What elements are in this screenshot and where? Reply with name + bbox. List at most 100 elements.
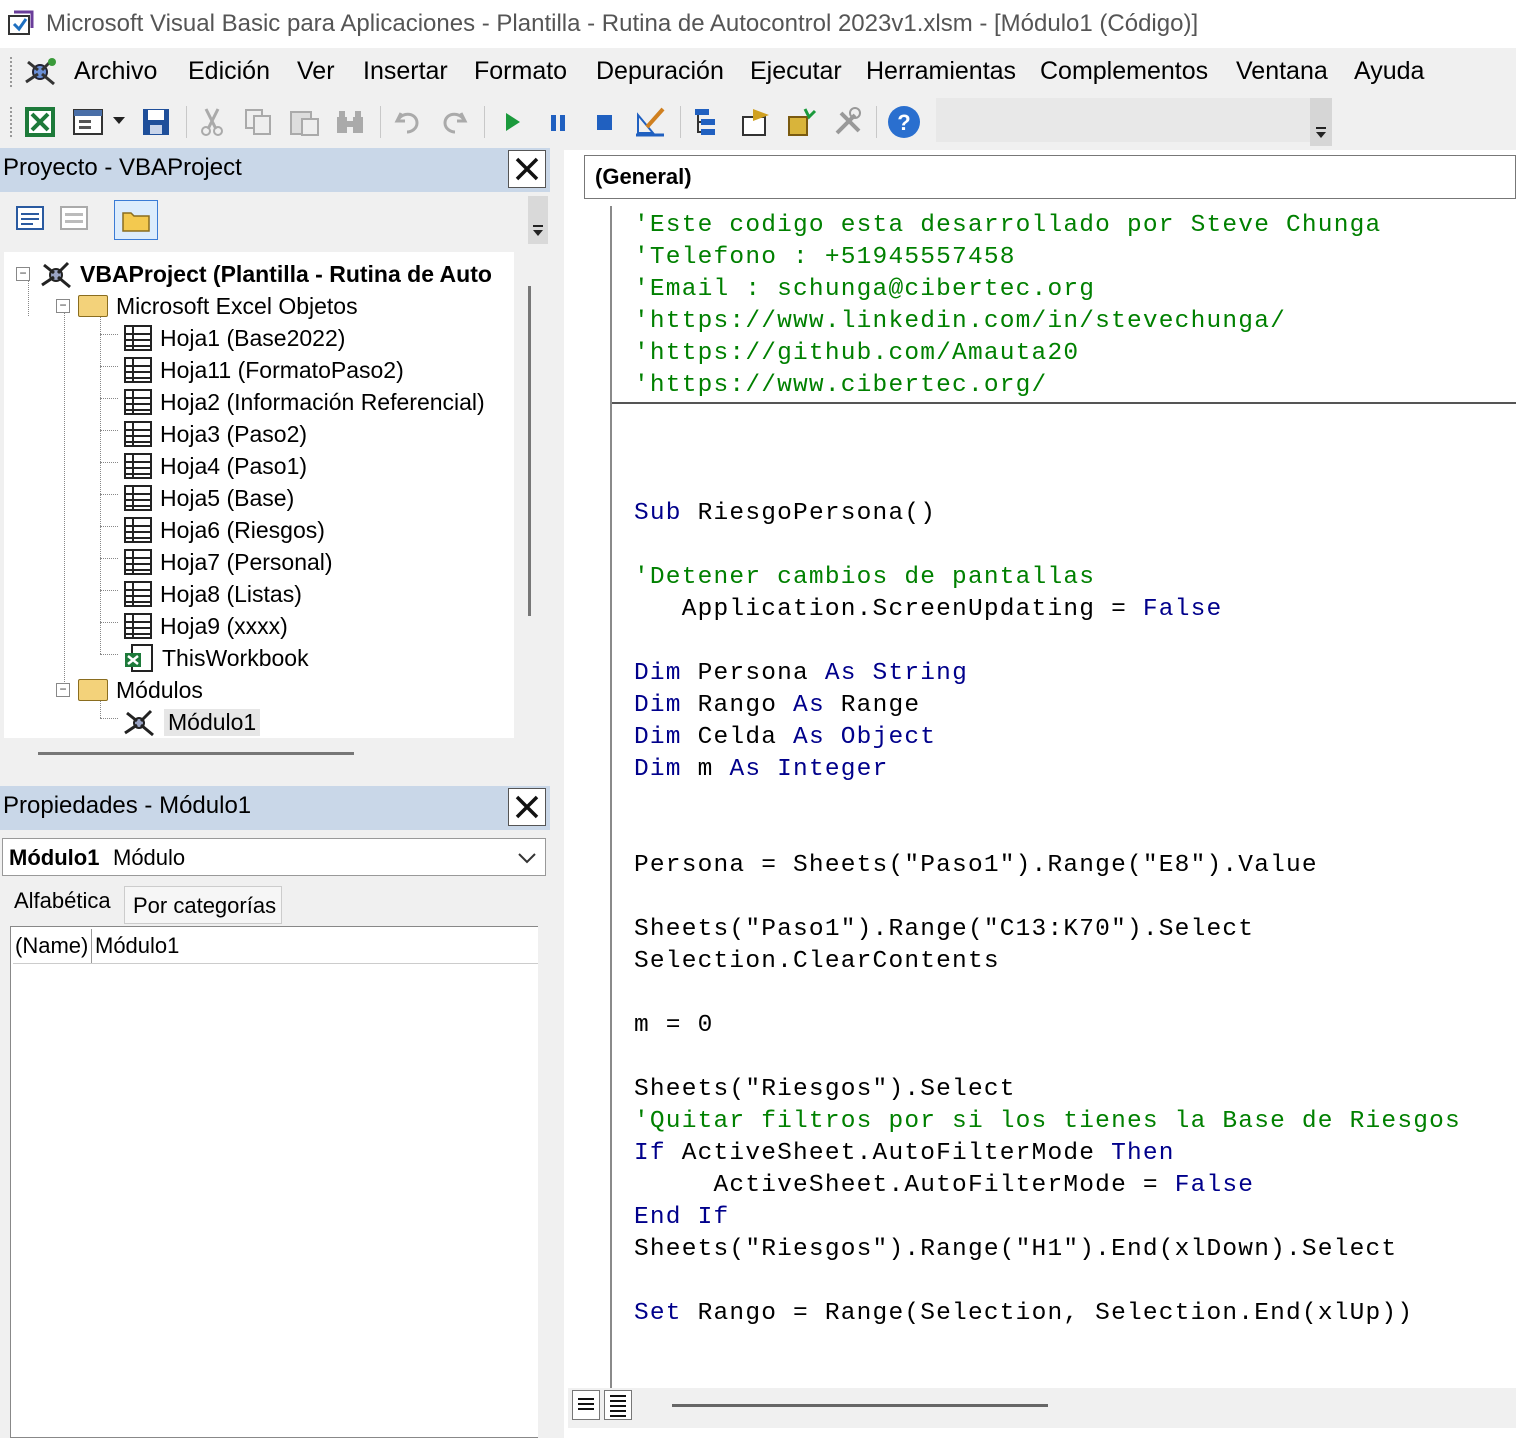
cursor-position-box [936, 98, 1310, 142]
paste-icon[interactable] [286, 104, 322, 140]
menu-archivo[interactable]: Archivo [74, 57, 157, 86]
tab-label: Alfabética [14, 888, 111, 913]
menubar-grip[interactable] [10, 57, 15, 87]
tree-label: Hoja2 (Información Referencial) [160, 388, 485, 415]
code-margin-indicator-bar[interactable] [568, 206, 612, 1388]
design-mode-icon[interactable] [632, 104, 668, 140]
object-combo-box[interactable]: (General) [584, 155, 1516, 199]
tree-item-thisworkbook[interactable]: ThisWorkbook [124, 642, 309, 674]
code-comment: 'Este codigo esta desarrollado por Steve… [634, 212, 1382, 239]
code-editor[interactable]: 'Este codigo esta desarrollado por Steve… [612, 206, 1516, 1386]
tree-item-sheet[interactable]: Hoja7 (Personal) [124, 546, 333, 578]
collapse-icon[interactable]: − [56, 299, 70, 313]
project-explorer-icon[interactable] [690, 104, 726, 140]
menu-edicion[interactable]: Edición [188, 57, 270, 86]
tree-item-module1[interactable]: Módulo1 [122, 706, 261, 738]
full-module-view-button[interactable] [604, 1390, 632, 1420]
collapse-icon[interactable]: − [16, 267, 30, 281]
menu-insertar[interactable]: Insertar [363, 57, 448, 86]
help-icon[interactable]: ? [886, 104, 922, 140]
vba-menu-icon[interactable] [22, 54, 60, 90]
toggle-folders-button[interactable] [114, 200, 158, 240]
procedure-view-button[interactable] [572, 1390, 600, 1420]
tree-item-sheet[interactable]: Hoja2 (Información Referencial) [124, 386, 485, 418]
worksheet-icon [124, 549, 152, 575]
vbaproject-icon [41, 261, 71, 289]
toolbar-overflow-button[interactable] [1310, 98, 1332, 146]
toolbar-grip[interactable] [10, 107, 15, 137]
project-hscrollbar[interactable] [4, 738, 546, 772]
menu-ventana[interactable]: Ventana [1236, 57, 1328, 86]
module-icon [124, 709, 154, 737]
folder-open-icon [78, 679, 108, 701]
properties-close-button[interactable] [508, 788, 546, 826]
tree-item-modules[interactable]: − Módulos [56, 674, 203, 706]
worksheet-icon [124, 325, 152, 351]
find-icon[interactable] [332, 104, 368, 140]
full-module-view-icon [610, 1395, 626, 1417]
save-icon[interactable] [138, 104, 174, 140]
keyword: Sub [634, 500, 682, 527]
tab-por-categorias[interactable]: Por categorías [124, 886, 282, 924]
scroll-thumb[interactable] [528, 286, 531, 616]
toolbox-icon[interactable] [830, 104, 866, 140]
redo-icon[interactable] [436, 104, 472, 140]
worksheet-icon [124, 485, 152, 511]
menu-ver[interactable]: Ver [297, 57, 335, 86]
property-key: (Name) [15, 933, 89, 958]
view-code-icon[interactable] [14, 204, 50, 234]
code-line-dim: Dim Celda As Object [634, 724, 936, 751]
properties-icon[interactable] [738, 104, 774, 140]
project-vscrollbar[interactable] [516, 252, 544, 738]
copy-icon[interactable] [240, 104, 276, 140]
reset-icon[interactable] [586, 104, 622, 140]
tree-item-sheet[interactable]: Hoja8 (Listas) [124, 578, 302, 610]
worksheet-icon [124, 517, 152, 543]
project-close-button[interactable] [508, 150, 546, 188]
code-text: ActiveSheet.AutoFilterMode [665, 1140, 1112, 1167]
cut-icon[interactable] [194, 104, 230, 140]
undo-icon[interactable] [390, 104, 426, 140]
property-value[interactable]: Módulo1 [95, 933, 179, 959]
code-line: Sheets("Paso1").Range("C13:K70").Select [634, 916, 1255, 943]
view-object-icon[interactable] [58, 204, 94, 234]
menu-complementos[interactable]: Complementos [1040, 57, 1208, 86]
code-hscroll-thumb[interactable] [672, 1404, 1048, 1407]
excel-icon[interactable] [22, 104, 58, 140]
menu-depuracion[interactable]: Depuración [596, 57, 724, 86]
panel-toolbar-overflow[interactable] [528, 196, 548, 244]
tree-item-sheet[interactable]: Hoja4 (Paso1) [124, 450, 307, 482]
property-row-name[interactable]: (Name) Módulo1 [13, 929, 539, 964]
tree-item-sheet[interactable]: Hoja3 (Paso2) [124, 418, 307, 450]
run-icon[interactable] [494, 104, 530, 140]
menu-ejecutar[interactable]: Ejecutar [750, 57, 842, 86]
menu-formato[interactable]: Formato [474, 57, 567, 86]
scroll-thumb[interactable] [38, 752, 354, 755]
collapse-icon[interactable]: − [56, 683, 70, 697]
tree-item-sheet[interactable]: Hoja5 (Base) [124, 482, 294, 514]
keyword: Dim [634, 724, 682, 751]
workbook-icon [125, 644, 153, 672]
tree-item-sheet[interactable]: Hoja6 (Riesgos) [124, 514, 325, 546]
tree-item-sheet[interactable]: Hoja9 (xxxx) [124, 610, 288, 642]
object-selector-dropdown[interactable]: Módulo1 Módulo [2, 838, 546, 876]
tree-item-sheet[interactable]: Hoja11 (FormatoPaso2) [124, 354, 404, 386]
break-icon[interactable] [540, 104, 576, 140]
procedure-separator [612, 402, 1516, 404]
code-text: m [681, 756, 730, 783]
keyword: As [729, 756, 762, 783]
toolbar-separator [876, 106, 877, 138]
keyword: False [1142, 596, 1223, 623]
insert-dropdown-icon[interactable] [112, 116, 126, 126]
tree-item-vbaproject[interactable]: − VBAProject (Plantilla - Rutina de Auto [16, 258, 492, 290]
menu-herramientas[interactable]: Herramientas [866, 57, 1016, 86]
tab-alfabetica[interactable]: Alfabética [4, 882, 122, 924]
code-window-footer [568, 1388, 1516, 1428]
tree-item-excel-objects[interactable]: − Microsoft Excel Objetos [56, 290, 358, 322]
keyword: Set [634, 1300, 682, 1327]
object-browser-icon[interactable] [784, 104, 820, 140]
menu-ayuda[interactable]: Ayuda [1354, 57, 1424, 86]
tree-root-label: VBAProject (Plantilla - Rutina de Auto [80, 260, 492, 287]
tree-item-sheet[interactable]: Hoja1 (Base2022) [124, 322, 345, 354]
insert-userform-icon[interactable] [70, 104, 106, 140]
